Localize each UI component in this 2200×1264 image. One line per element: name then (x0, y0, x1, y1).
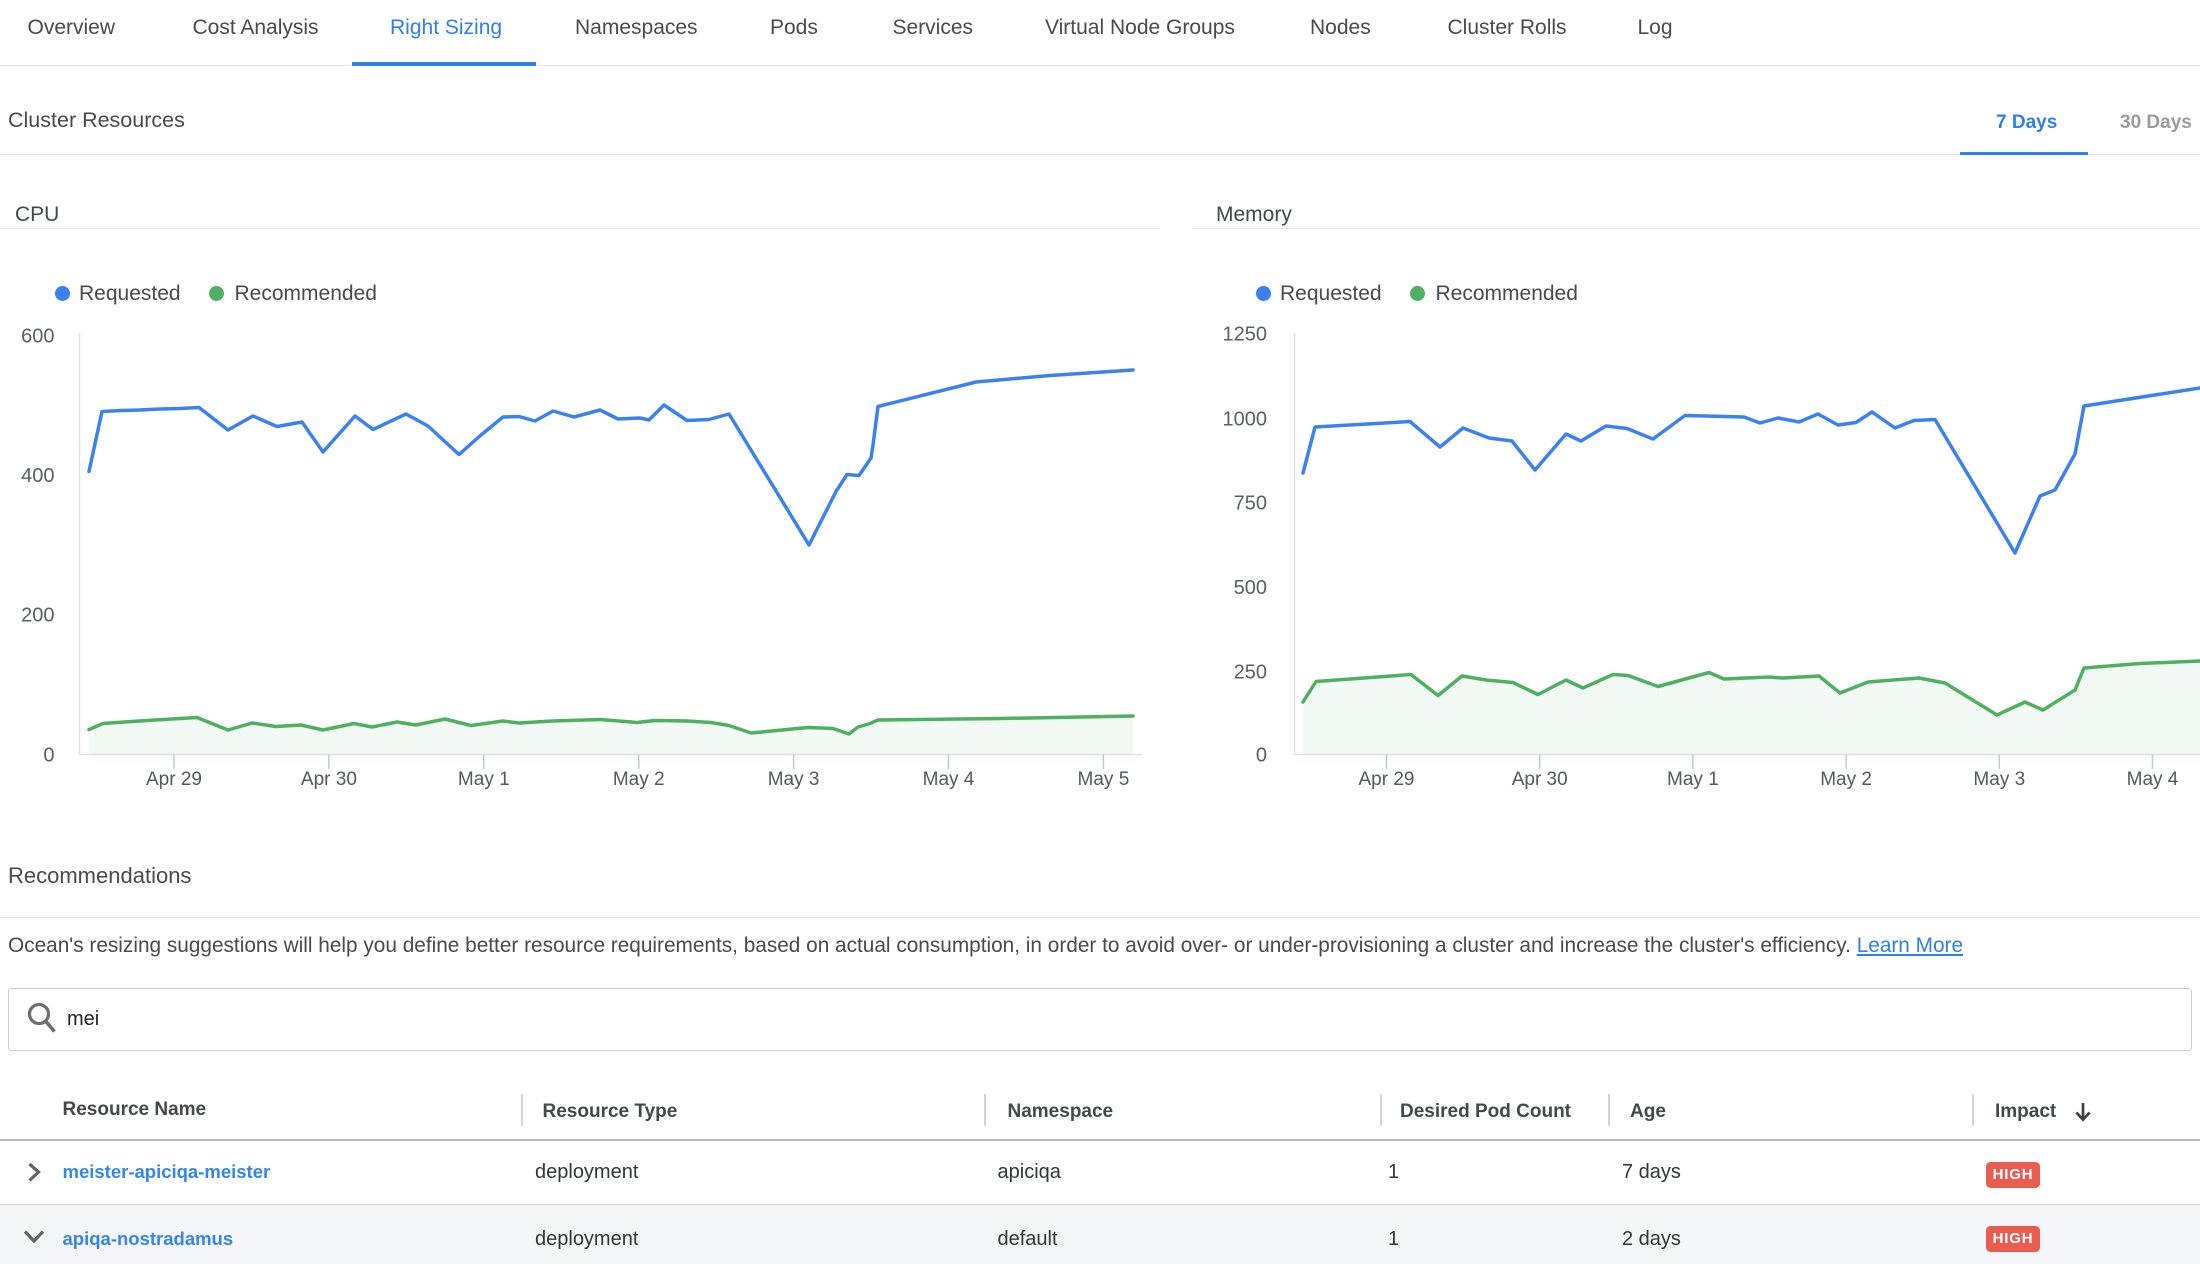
svg-text:1250: 1250 (1223, 324, 1268, 346)
svg-text:500: 500 (1234, 577, 1267, 599)
svg-text:May 4: May 4 (923, 769, 975, 790)
svg-text:400: 400 (21, 465, 54, 487)
svg-text:May 5: May 5 (1078, 769, 1130, 790)
svg-text:May 1: May 1 (458, 769, 510, 790)
svg-text:1000: 1000 (1223, 408, 1268, 430)
svg-text:May 3: May 3 (1973, 769, 2025, 790)
svg-text:0: 0 (43, 745, 54, 767)
svg-text:200: 200 (21, 605, 54, 627)
svg-text:May 3: May 3 (768, 769, 820, 790)
svg-text:600: 600 (21, 326, 54, 348)
svg-text:250: 250 (1234, 661, 1267, 683)
svg-text:Apr 30: Apr 30 (1512, 769, 1568, 790)
svg-text:Apr 30: Apr 30 (301, 769, 357, 790)
svg-text:Apr 29: Apr 29 (1359, 769, 1415, 790)
svg-text:0: 0 (1256, 745, 1267, 767)
svg-text:Apr 29: Apr 29 (146, 769, 202, 790)
svg-text:May 1: May 1 (1667, 769, 1719, 790)
svg-text:750: 750 (1234, 493, 1267, 515)
svg-text:May 2: May 2 (1820, 769, 1872, 790)
svg-text:May 4: May 4 (2127, 769, 2179, 790)
svg-text:May 2: May 2 (613, 769, 665, 790)
